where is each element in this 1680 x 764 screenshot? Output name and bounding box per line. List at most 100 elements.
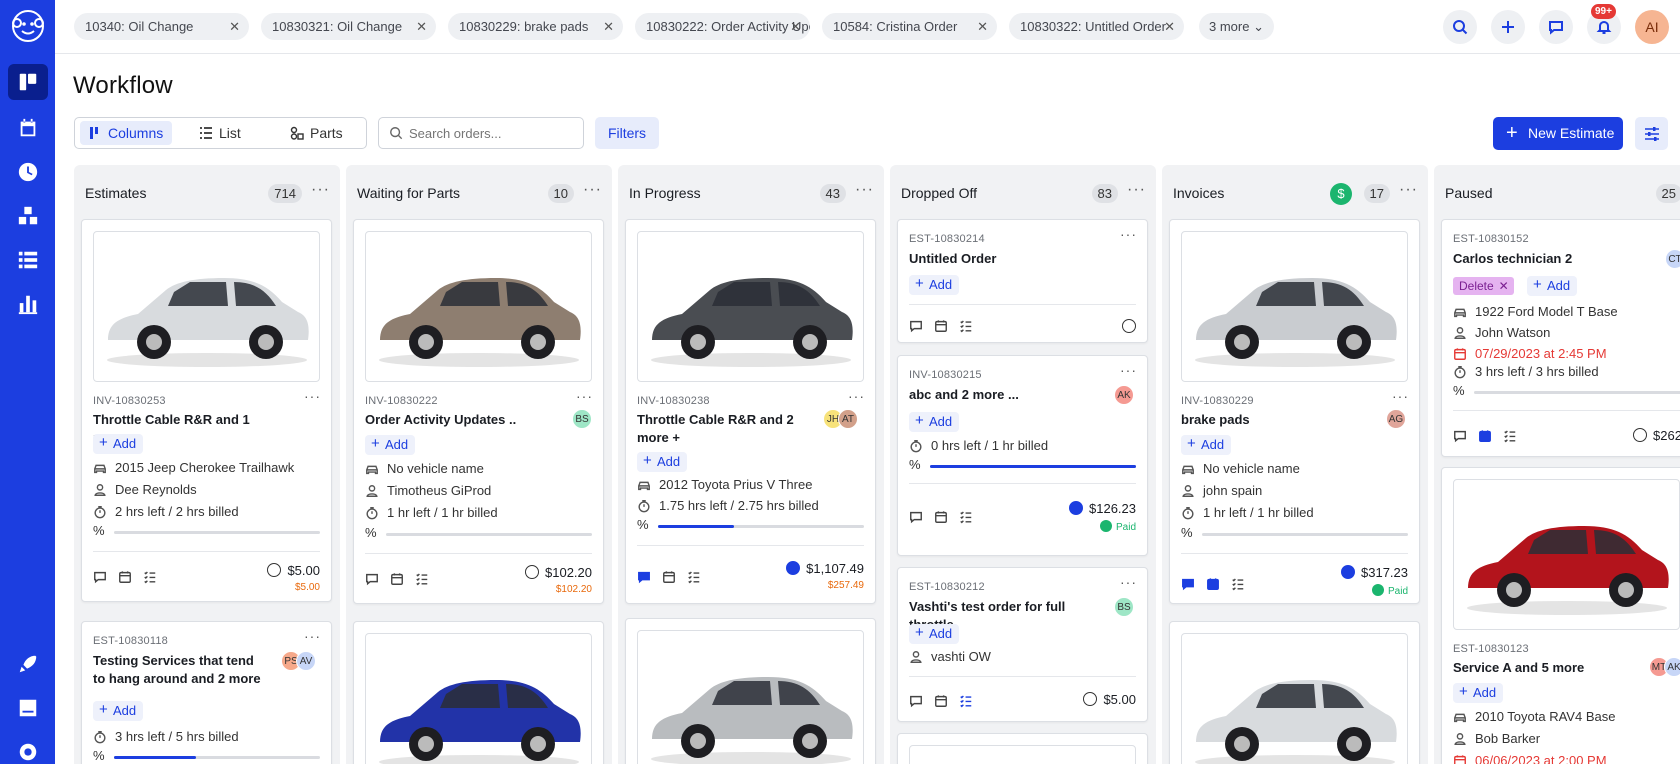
card-menu-button[interactable]: ··· xyxy=(304,388,321,404)
sidebar-item-inbox[interactable] xyxy=(8,690,48,726)
delete-tag[interactable]: Delete ✕ xyxy=(1453,277,1514,295)
search-button[interactable] xyxy=(1443,10,1477,44)
add-tag-button[interactable]: + Add xyxy=(1453,683,1504,703)
order-card[interactable]: EST-10830214 ··· Untitled Order + Add xyxy=(897,219,1148,343)
card-menu-button[interactable]: ··· xyxy=(1392,388,1409,404)
order-tab[interactable]: 10830321: Oil Change ✕ xyxy=(261,13,436,40)
search-orders-input[interactable] xyxy=(378,117,584,149)
sidebar-item-settings[interactable] xyxy=(8,734,48,764)
checklist-icon[interactable] xyxy=(415,572,429,586)
board-settings-button[interactable] xyxy=(1635,117,1668,150)
add-tag-button[interactable]: + Add xyxy=(637,452,688,472)
order-tab[interactable]: 10830322: Untitled Order ✕ xyxy=(1009,13,1184,40)
checklist-icon[interactable] xyxy=(1503,429,1517,443)
checklist-icon[interactable] xyxy=(143,570,157,584)
calendar-icon[interactable] xyxy=(1478,429,1492,443)
order-card[interactable]: EST-10830123 ··· Service A and 5 more MT… xyxy=(1441,467,1680,764)
order-tab[interactable]: 10830229: brake pads ✕ xyxy=(448,13,623,40)
view-parts-button[interactable]: Parts xyxy=(282,121,362,145)
view-columns-button[interactable]: Columns xyxy=(80,121,172,145)
order-card[interactable] xyxy=(625,618,876,764)
chat-icon[interactable] xyxy=(365,572,379,586)
sidebar-item-workflow[interactable] xyxy=(8,64,48,100)
order-card[interactable]: INV-10830229 ··· brake pads AG + Add No v… xyxy=(1169,219,1420,604)
vehicle-image xyxy=(1453,479,1680,630)
checklist-icon[interactable] xyxy=(687,570,701,584)
close-icon[interactable]: ✕ xyxy=(977,13,988,40)
add-tag-button[interactable]: + Add xyxy=(909,624,960,644)
order-card[interactable]: INV-10830238 ··· Throttle Cable R&R and … xyxy=(625,219,876,604)
chat-icon[interactable] xyxy=(637,570,651,584)
chat-icon[interactable] xyxy=(909,319,923,333)
order-title: Untitled Order xyxy=(909,251,997,266)
filters-button[interactable]: Filters xyxy=(595,117,659,149)
order-card[interactable]: INV-10830253 ··· Throttle Cable R&R and … xyxy=(81,219,332,602)
new-estimate-button[interactable]: + New Estimate xyxy=(1493,117,1623,150)
sidebar-item-lists[interactable] xyxy=(8,242,48,278)
add-tag-button[interactable]: + Add xyxy=(93,701,144,721)
order-tab[interactable]: 10340: Oil Change ✕ xyxy=(74,13,249,40)
order-card[interactable] xyxy=(1169,621,1420,764)
app-logo[interactable] xyxy=(8,6,48,46)
user-avatar[interactable]: AI xyxy=(1635,10,1669,44)
close-icon[interactable]: ✕ xyxy=(790,13,801,40)
sidebar-item-timeclock[interactable] xyxy=(8,154,48,190)
order-card[interactable] xyxy=(353,621,604,764)
sidebar-item-inventory[interactable] xyxy=(8,198,48,234)
checklist-icon[interactable] xyxy=(1231,577,1245,591)
add-tag-button[interactable]: + Add xyxy=(909,275,960,295)
card-menu-button[interactable]: ··· xyxy=(1120,574,1137,590)
order-card[interactable]: EST-10830152 ··· Carlos technician 2 CT … xyxy=(1441,219,1680,457)
sidebar-item-launch[interactable] xyxy=(8,646,48,682)
chat-icon[interactable] xyxy=(909,510,923,524)
card-menu-button[interactable]: ··· xyxy=(1120,362,1137,378)
add-tag-button[interactable]: + Add xyxy=(93,434,144,454)
order-tab-label: 10340: Oil Change xyxy=(85,19,194,34)
chat-icon[interactable] xyxy=(1453,429,1467,443)
chat-icon[interactable] xyxy=(1181,577,1195,591)
sidebar-item-calendar[interactable] xyxy=(8,110,48,146)
add-tag-button[interactable]: + Add xyxy=(1527,276,1578,296)
sidebar-item-reports[interactable] xyxy=(8,286,48,322)
column-menu-button[interactable]: ··· xyxy=(311,181,330,199)
close-icon[interactable]: ✕ xyxy=(229,13,240,40)
column-menu-button[interactable]: ··· xyxy=(1127,181,1146,199)
close-icon[interactable]: ✕ xyxy=(603,13,614,40)
calendar-icon[interactable] xyxy=(934,510,948,524)
column-menu-button[interactable]: ··· xyxy=(1399,181,1418,199)
close-icon[interactable]: ✕ xyxy=(1499,277,1509,295)
calendar-icon[interactable] xyxy=(662,570,676,584)
close-icon[interactable]: ✕ xyxy=(416,13,427,40)
order-tab[interactable]: 10830222: Order Activity Updates✕ xyxy=(635,13,810,40)
card-menu-button[interactable]: ··· xyxy=(848,388,865,404)
calendar-icon[interactable] xyxy=(934,319,948,333)
checklist-icon[interactable] xyxy=(959,694,973,708)
chat-icon[interactable] xyxy=(909,694,923,708)
messages-button[interactable] xyxy=(1539,10,1573,44)
calendar-icon[interactable] xyxy=(934,694,948,708)
add-tag-button[interactable]: + Add xyxy=(909,412,960,432)
calendar-icon[interactable] xyxy=(118,570,132,584)
checklist-icon[interactable] xyxy=(959,319,973,333)
order-card[interactable] xyxy=(897,733,1148,764)
checklist-icon[interactable] xyxy=(959,510,973,524)
card-menu-button[interactable]: ··· xyxy=(576,388,593,404)
card-menu-button[interactable]: ··· xyxy=(304,628,321,644)
add-tag-button[interactable]: + Add xyxy=(1181,435,1232,455)
order-card[interactable]: INV-10830215 ··· abc and 2 more ... AK +… xyxy=(897,355,1148,556)
order-tab[interactable]: 10584: Cristina Order ✕ xyxy=(822,13,997,40)
column-menu-button[interactable]: ··· xyxy=(855,181,874,199)
order-card[interactable]: EST-10830212 ··· Vashti's test order for… xyxy=(897,567,1148,722)
calendar-icon[interactable] xyxy=(390,572,404,586)
card-menu-button[interactable]: ··· xyxy=(1120,226,1137,242)
order-card[interactable]: EST-10830118 ··· Testing Services that t… xyxy=(81,621,332,764)
close-icon[interactable]: ✕ xyxy=(1164,13,1175,40)
more-tabs-dropdown[interactable]: 3 more ⌄ xyxy=(1199,13,1274,40)
order-card[interactable]: INV-10830222 ··· Order Activity Updates … xyxy=(353,219,604,604)
calendar-icon[interactable] xyxy=(1206,577,1220,591)
add-tag-button[interactable]: + Add xyxy=(365,435,416,455)
add-button[interactable] xyxy=(1491,10,1525,44)
column-menu-button[interactable]: ··· xyxy=(583,181,602,199)
view-list-button[interactable]: List xyxy=(191,121,263,145)
chat-icon[interactable] xyxy=(93,570,107,584)
